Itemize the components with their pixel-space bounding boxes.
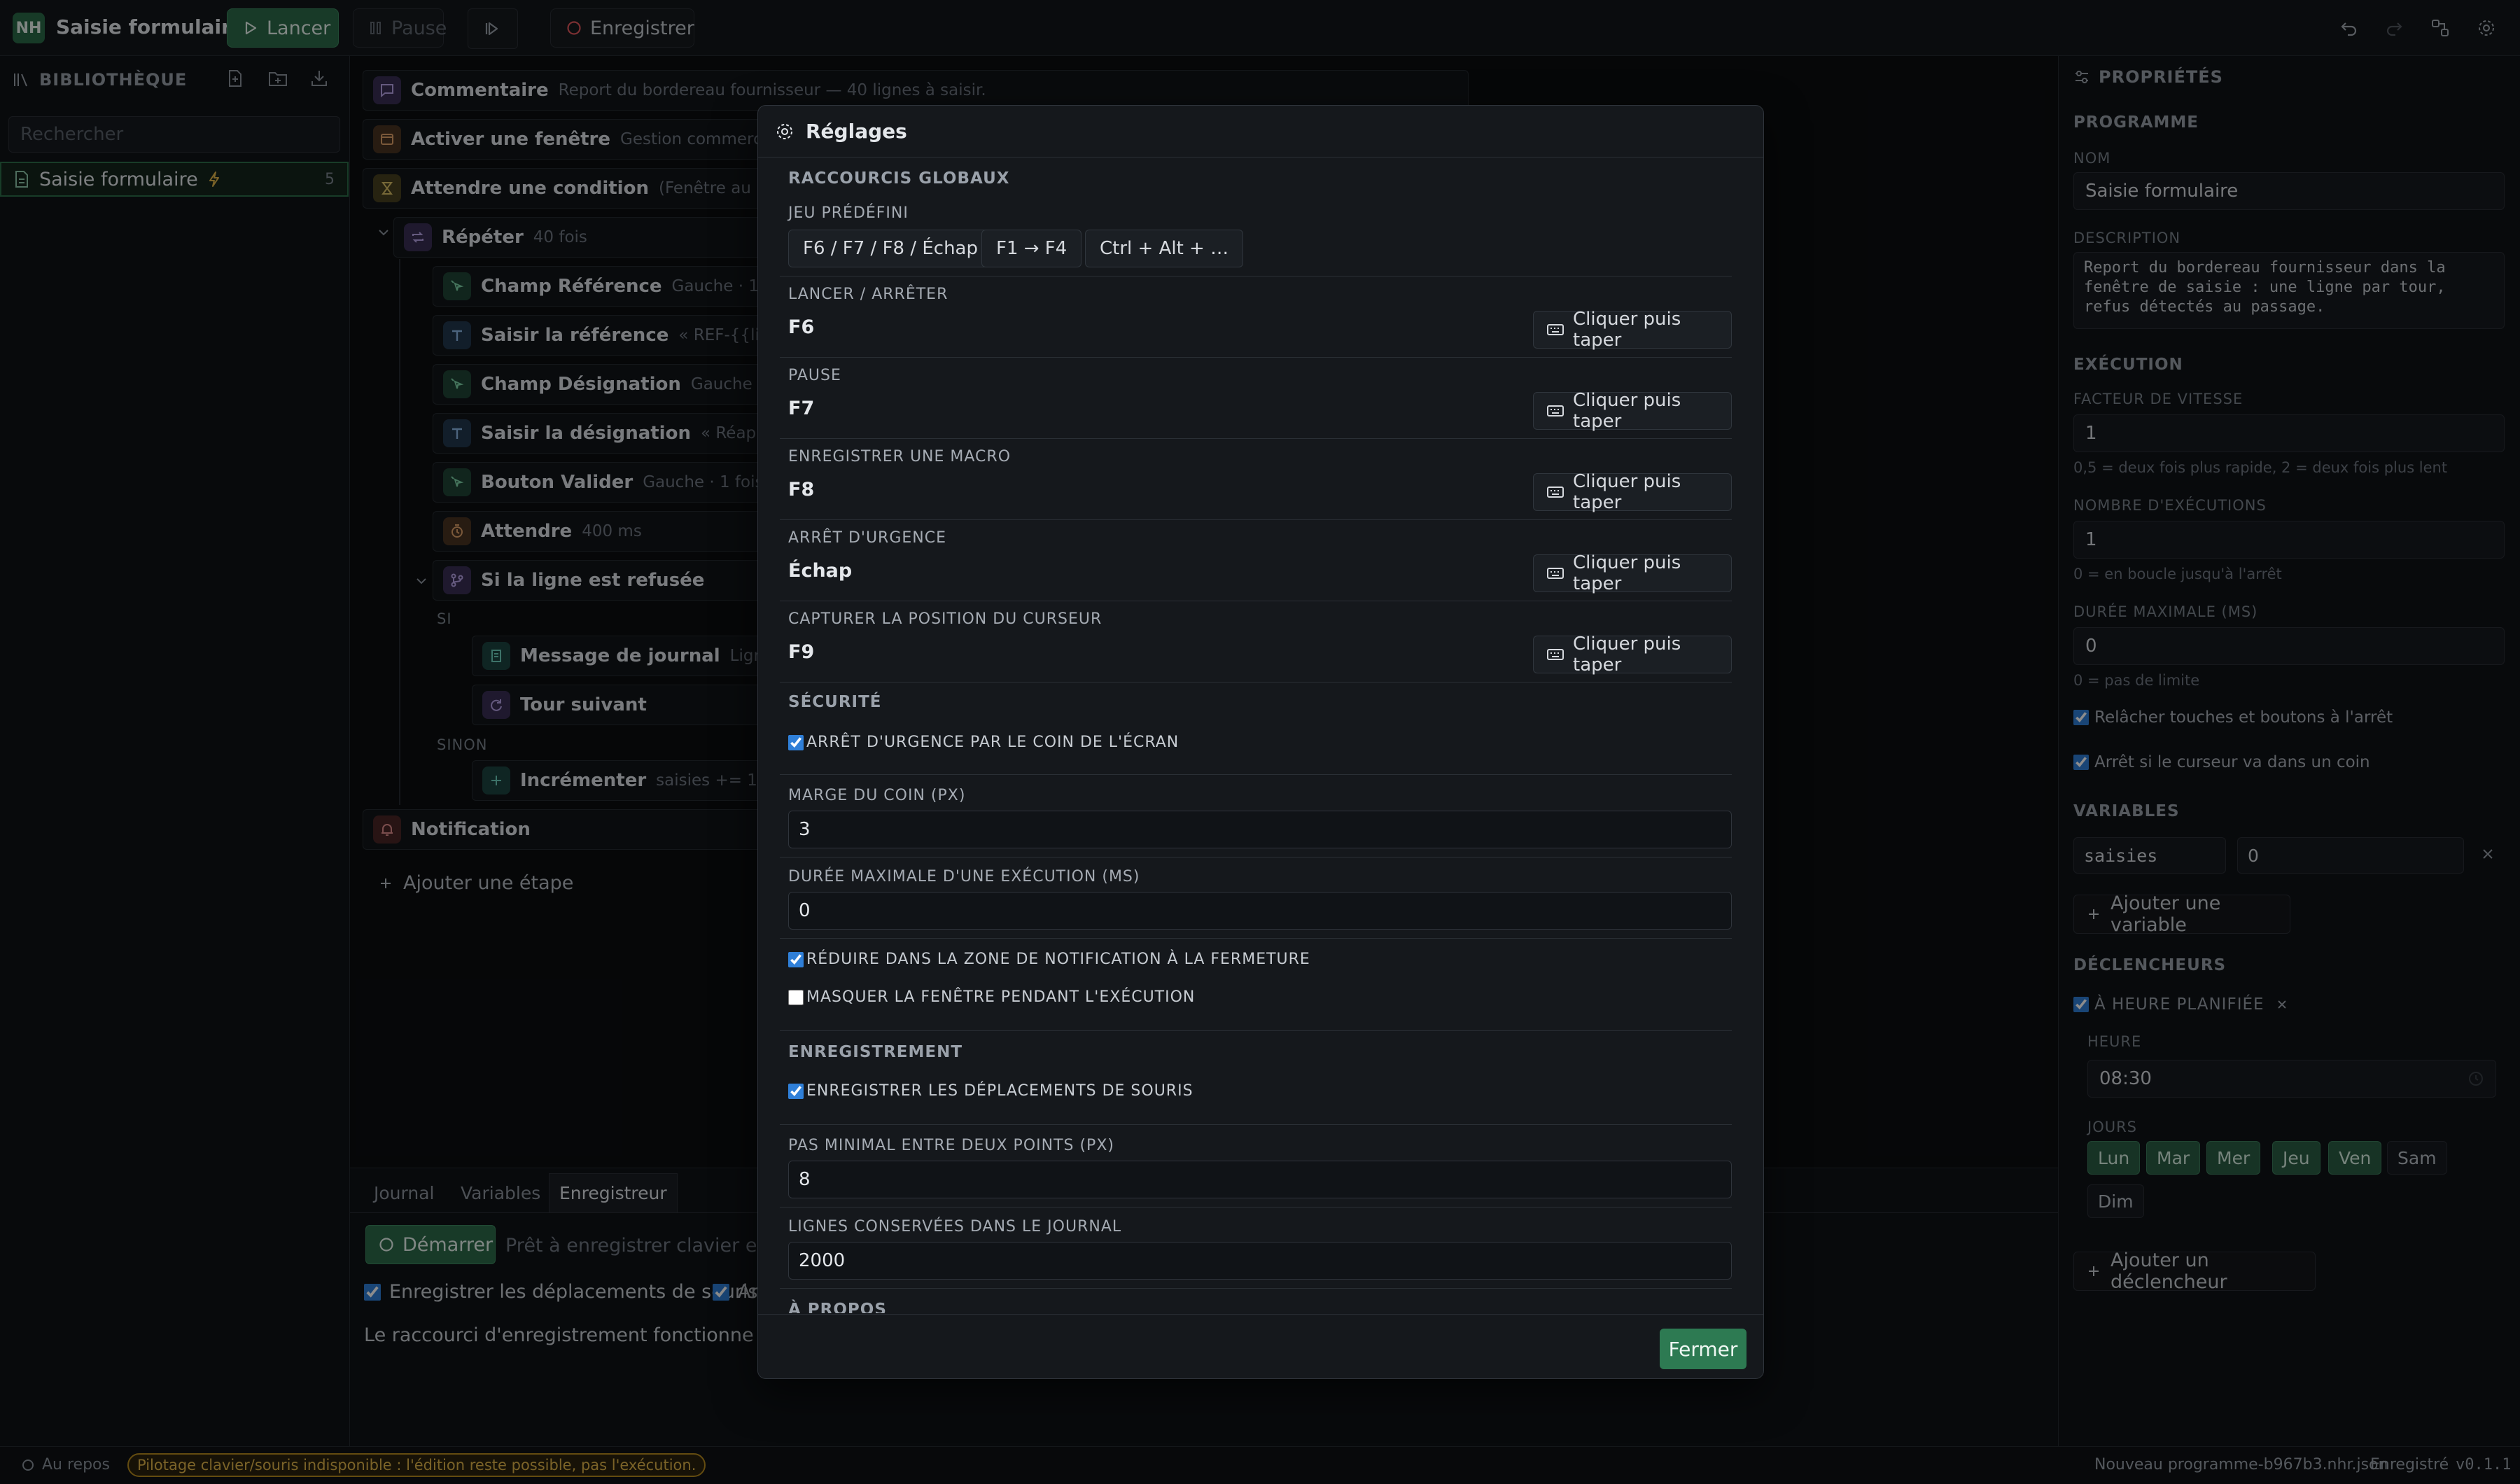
- shortcut-cursor-key: F9: [788, 641, 815, 663]
- capture-label: Cliquer puis taper: [1573, 309, 1681, 351]
- divider: [780, 1207, 1732, 1208]
- corner-emergency-label: ARRÊT D'URGENCE PAR LE COIN DE L'ÉCRAN: [806, 734, 1180, 751]
- preset-ctrl-alt-button[interactable]: Ctrl + Alt + …: [1085, 230, 1244, 267]
- divider: [780, 1288, 1732, 1289]
- settings-footer: Fermer: [758, 1314, 1763, 1378]
- record-mouse-moves-label: ENREGISTRER LES DÉPLACEMENTS DE SOURIS: [806, 1082, 1194, 1100]
- log-lines-label: LIGNES CONSERVÉES DANS LE JOURNAL: [788, 1218, 1122, 1236]
- keyboard-icon: [1546, 485, 1564, 499]
- divider: [780, 774, 1732, 775]
- gear-icon: [775, 122, 794, 141]
- recording-heading: ENREGISTREMENT: [788, 1043, 963, 1061]
- divider: [780, 938, 1732, 939]
- shortcut-pause-label: PAUSE: [788, 367, 841, 384]
- capture-pause-button[interactable]: Cliquer puis taper: [1533, 390, 1732, 432]
- keyboard-icon: [1546, 323, 1564, 337]
- global-shortcuts-heading: RACCOURCIS GLOBAUX: [788, 169, 1010, 188]
- capture-label: Cliquer puis taper: [1573, 471, 1681, 513]
- hide-window-row[interactable]: MASQUER LA FENÊTRE PENDANT L'EXÉCUTION: [788, 988, 1195, 1006]
- divider: [780, 438, 1732, 439]
- divider: [780, 857, 1732, 858]
- divider: [780, 1124, 1732, 1125]
- capture-record-button[interactable]: Cliquer puis taper: [1533, 471, 1732, 513]
- shortcut-cursor-label: CAPTURER LA POSITION DU CURSEUR: [788, 610, 1102, 628]
- capture-label: Cliquer puis taper: [1573, 390, 1681, 432]
- capture-run-button[interactable]: Cliquer puis taper: [1533, 309, 1732, 351]
- max-exec-input[interactable]: 0: [788, 892, 1732, 930]
- keyboard-icon: [1546, 404, 1564, 418]
- capture-cursor-button[interactable]: Cliquer puis taper: [1533, 634, 1732, 676]
- preset-f6-button[interactable]: F6 / F7 / F8 / Échap: [788, 230, 993, 267]
- shortcut-pause-key: F7: [788, 398, 815, 419]
- close-button[interactable]: Fermer: [1660, 1329, 1746, 1369]
- divider: [780, 1030, 1732, 1031]
- preset-f1-button[interactable]: F1 → F4: [981, 230, 1082, 267]
- capture-label: Cliquer puis taper: [1573, 552, 1681, 594]
- shortcut-record-label: ENREGISTRER UNE MACRO: [788, 448, 1011, 465]
- shortcut-run-label: LANCER / ARRÊTER: [788, 286, 948, 303]
- capture-label: Cliquer puis taper: [1573, 634, 1681, 676]
- corner-margin-input[interactable]: 3: [788, 811, 1732, 848]
- keyboard-icon: [1546, 566, 1564, 580]
- log-lines-input[interactable]: 2000: [788, 1242, 1732, 1280]
- corner-emergency-row[interactable]: ARRÊT D'URGENCE PAR LE COIN DE L'ÉCRAN: [788, 734, 1179, 751]
- divider: [780, 519, 1732, 520]
- settings-scroll[interactable]: RACCOURCIS GLOBAUX JEU PRÉDÉFINI F6 / F7…: [757, 157, 1764, 1313]
- keyboard-icon: [1546, 648, 1564, 662]
- divider: [780, 357, 1732, 358]
- preset-label: JEU PRÉDÉFINI: [788, 204, 909, 222]
- hide-window-label: MASQUER LA FENÊTRE PENDANT L'EXÉCUTION: [806, 988, 1196, 1006]
- settings-title: Réglages: [806, 120, 907, 143]
- max-exec-label: DURÉE MAXIMALE D'UNE EXÉCUTION (MS): [788, 868, 1140, 886]
- record-mouse-moves-checkbox[interactable]: [788, 1083, 804, 1099]
- record-mouse-moves-row[interactable]: ENREGISTRER LES DÉPLACEMENTS DE SOURIS: [788, 1082, 1194, 1100]
- shortcut-emergency-key: Échap: [788, 560, 853, 582]
- shortcut-record-key: F8: [788, 479, 815, 500]
- minimize-tray-label: RÉDUIRE DANS LA ZONE DE NOTIFICATION À L…: [806, 951, 1310, 968]
- min-step-input[interactable]: 8: [788, 1161, 1732, 1198]
- minimize-tray-checkbox[interactable]: [788, 951, 804, 967]
- settings-header: Réglages: [758, 106, 1763, 158]
- corner-margin-label: MARGE DU COIN (PX): [788, 787, 966, 804]
- minimize-tray-row[interactable]: RÉDUIRE DANS LA ZONE DE NOTIFICATION À L…: [788, 951, 1310, 968]
- security-heading: SÉCURITÉ: [788, 693, 882, 711]
- min-step-label: PAS MINIMAL ENTRE DEUX POINTS (PX): [788, 1137, 1114, 1154]
- about-heading: À PROPOS: [788, 1301, 887, 1313]
- corner-emergency-checkbox[interactable]: [788, 734, 804, 750]
- shortcut-emergency-label: ARRÊT D'URGENCE: [788, 529, 946, 547]
- hide-window-checkbox[interactable]: [788, 989, 804, 1005]
- capture-emergency-button[interactable]: Cliquer puis taper: [1533, 552, 1732, 594]
- shortcut-run-key: F6: [788, 316, 815, 338]
